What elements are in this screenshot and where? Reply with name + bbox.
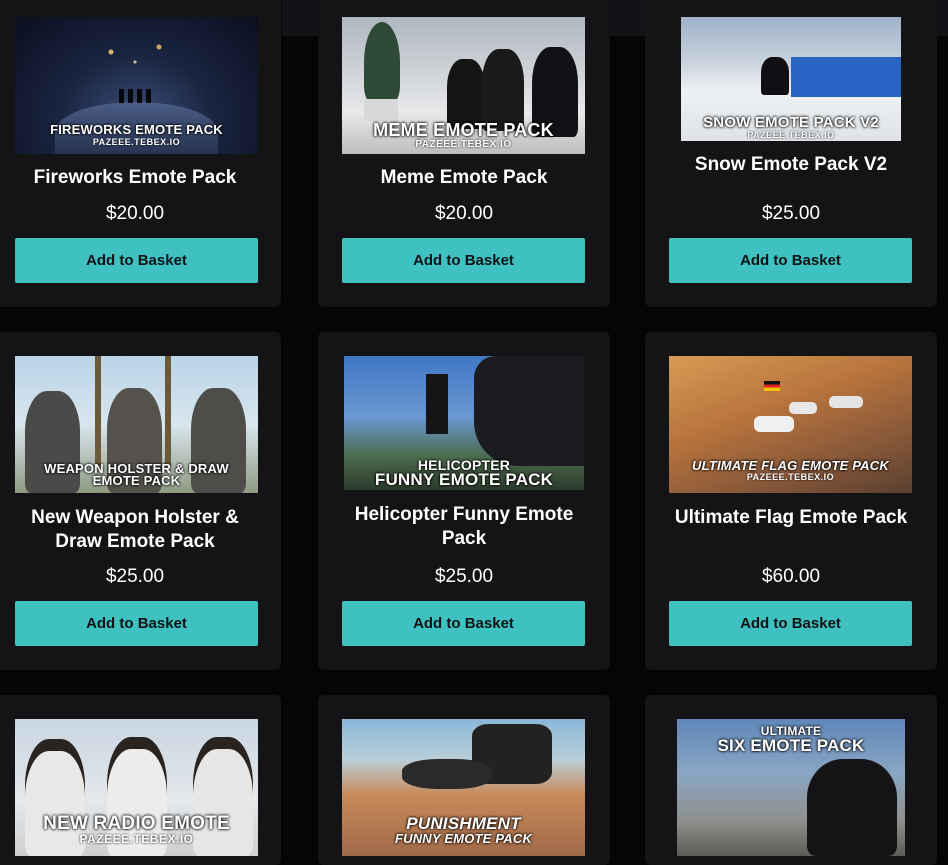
product-image-flag[interactable]: ULTIMATE FLAG EMOTE PACK PAZEEE.TEBEX.IO [669, 356, 912, 493]
thumb-title: FIREWORKS EMOTE PACK [50, 122, 223, 137]
car-white [754, 416, 794, 432]
palm-tree [95, 356, 101, 466]
add-to-basket-button[interactable]: Add to Basket [669, 238, 912, 283]
product-title[interactable]: Fireworks Emote Pack [1, 166, 269, 190]
person-silhouette [426, 374, 448, 434]
thumb-title-line2: EMOTE PACK [92, 473, 181, 488]
palm-tree [165, 356, 171, 466]
product-price: $25.00 [105, 566, 165, 587]
product-title[interactable]: Ultimate Flag Emote Pack [657, 506, 925, 530]
thumb-title: ULTIMATE FLAG EMOTE PACK [692, 458, 889, 473]
product-title[interactable]: New Weapon Holster & Draw Emote Pack [19, 506, 251, 554]
product-card-radio: NEW RADIO EMOTE PAZEEE.TEBEX.IO [0, 695, 281, 865]
flag [764, 381, 780, 391]
tree-shape [364, 22, 400, 102]
add-to-basket-button[interactable]: Add to Basket [342, 238, 585, 283]
thumb-title-line2: SIX EMOTE PACK [717, 736, 865, 755]
thumb-subtitle: PAZEEE.TEBEX.IO [746, 472, 835, 482]
thumb-title: SNOW EMOTE PACK V2 [703, 114, 879, 131]
person-silhouette-2 [482, 49, 524, 131]
product-card-flag: ULTIMATE FLAG EMOTE PACK PAZEEE.TEBEX.IO… [645, 332, 937, 670]
add-to-basket-button[interactable]: Add to Basket [15, 238, 258, 283]
thumb-title-line2: FUNNY EMOTE PACK [394, 831, 533, 846]
thumb-subtitle: PAZEEE.TEBEX.IO [79, 832, 194, 846]
product-card-weapon-holster: WEAPON HOLSTER & DRAW EMOTE PACK New Wea… [0, 332, 281, 670]
product-title[interactable]: Snow Emote Pack V2 [657, 153, 925, 177]
product-card-meme: MEME EMOTE PACK PAZEEE.TEBEX.IO Meme Emo… [318, 0, 610, 307]
person-silhouette [807, 759, 897, 856]
thumb-subtitle: PAZEEE.TEBEX.IO [747, 130, 835, 140]
add-to-basket-button[interactable]: Add to Basket [342, 601, 585, 646]
fireworks-sparkles [75, 32, 195, 82]
helicopter-silhouette [474, 356, 584, 466]
car-white [789, 402, 817, 414]
person-silhouette [761, 57, 789, 95]
product-price: $60.00 [761, 566, 821, 587]
product-image-weapon-holster[interactable]: WEAPON HOLSTER & DRAW EMOTE PACK [15, 356, 258, 493]
add-to-basket-button[interactable]: Add to Basket [15, 601, 258, 646]
person-silhouette-1 [447, 59, 485, 129]
product-card-six: ULTIMATE SIX EMOTE PACK [645, 695, 937, 865]
thumb-subtitle: PAZEEE.TEBEX.IO [92, 137, 181, 147]
car-white [829, 396, 863, 408]
product-image-helicopter[interactable]: HELICOPTER FUNNY EMOTE PACK [344, 356, 584, 490]
product-image-fireworks[interactable]: FIREWORKS EMOTE PACK PAZEEE.TEBEX.IO [15, 17, 258, 154]
thumb-title: NEW RADIO EMOTE [43, 813, 230, 834]
product-image-snow[interactable]: SNOW EMOTE PACK V2 PAZEEE.TEBEX.IO [681, 17, 901, 141]
product-title[interactable]: Helicopter Funny Emote Pack [348, 503, 580, 551]
figures-silhouette [119, 89, 155, 103]
product-card-punishment: PUNISHMENT FUNNY EMOTE PACK [318, 695, 610, 865]
thumb-title-line2: FUNNY EMOTE PACK [374, 470, 554, 489]
product-price: $20.00 [434, 203, 494, 224]
product-image-six[interactable]: ULTIMATE SIX EMOTE PACK [677, 719, 905, 856]
planter [364, 99, 398, 121]
person-silhouette [402, 759, 492, 789]
product-price: $25.00 [761, 203, 821, 224]
product-card-snow: SNOW EMOTE PACK V2 PAZEEE.TEBEX.IO Snow … [645, 0, 937, 307]
blue-fence [791, 57, 901, 97]
product-image-radio[interactable]: NEW RADIO EMOTE PAZEEE.TEBEX.IO [15, 719, 258, 856]
thumb-title: MEME EMOTE PACK [373, 120, 554, 140]
product-card-helicopter: HELICOPTER FUNNY EMOTE PACK Helicopter F… [318, 332, 610, 670]
thumb-subtitle: PAZEEE.TEBEX.IO [415, 139, 512, 150]
product-price: $20.00 [105, 203, 165, 224]
product-image-meme[interactable]: MEME EMOTE PACK PAZEEE.TEBEX.IO [342, 17, 585, 154]
thumb-title: PUNISHMENT [406, 814, 521, 833]
product-title[interactable]: Meme Emote Pack [330, 166, 598, 190]
product-price: $25.00 [434, 566, 494, 587]
product-image-punishment[interactable]: PUNISHMENT FUNNY EMOTE PACK [342, 719, 585, 856]
product-card-fireworks: FIREWORKS EMOTE PACK PAZEEE.TEBEX.IO Fir… [0, 0, 281, 307]
add-to-basket-button[interactable]: Add to Basket [669, 601, 912, 646]
